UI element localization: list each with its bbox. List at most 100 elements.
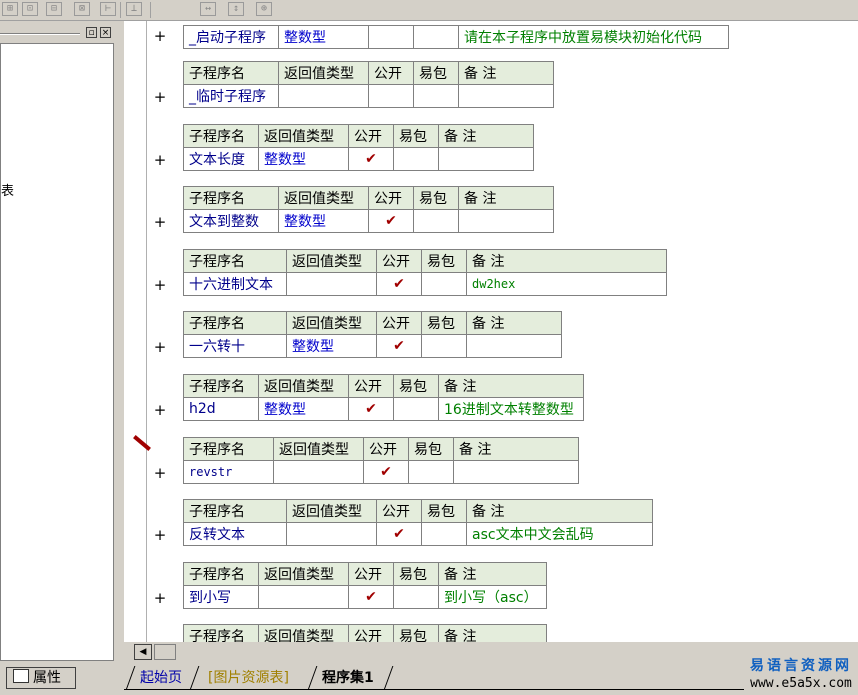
tab-program-set-1[interactable]: 程序集1 bbox=[310, 667, 386, 689]
easy-pack-cell[interactable] bbox=[408, 459, 454, 484]
subroutine-name-cell[interactable]: 到小写 bbox=[183, 584, 259, 609]
note-cell[interactable]: 到小写（asc） bbox=[438, 584, 547, 609]
note-cell[interactable] bbox=[466, 334, 562, 359]
easy-pack-cell[interactable] bbox=[393, 397, 439, 421]
public-cell[interactable]: ✔ bbox=[376, 271, 422, 296]
align-left-icon[interactable]: ⊞ bbox=[2, 2, 18, 16]
return-type-cell[interactable]: 整数型 bbox=[278, 209, 369, 234]
public-cell[interactable]: ✔ bbox=[368, 209, 414, 234]
subroutine-name-cell[interactable]: 十六进制文本 bbox=[183, 271, 287, 296]
note-cell[interactable] bbox=[438, 146, 534, 171]
subroutine-row[interactable]: 文本长度 整数型 ✔ bbox=[183, 146, 534, 171]
public-cell[interactable]: ✔ bbox=[376, 334, 422, 359]
subroutine-name-cell[interactable]: 一六转十 bbox=[183, 334, 287, 359]
code-editor[interactable]: _启动子程序 整数型 请在本子程序中放置易模块初始化代码 子程序名 返回值类型 公开 易包备… bbox=[124, 21, 858, 642]
subroutine-row[interactable]: revstr ✔ bbox=[183, 459, 579, 484]
note-cell[interactable] bbox=[453, 459, 579, 484]
distribute-v-icon[interactable]: ⊥ bbox=[126, 2, 142, 16]
return-type-cell[interactable] bbox=[278, 84, 369, 108]
note-cell[interactable] bbox=[458, 84, 554, 108]
tree-item-fragment[interactable]: 表 bbox=[1, 180, 14, 199]
public-cell[interactable]: ✔ bbox=[348, 397, 394, 421]
expand-plus-icon[interactable]: + bbox=[151, 276, 169, 294]
expand-plus-icon[interactable]: + bbox=[151, 338, 169, 356]
easy-pack-cell[interactable] bbox=[421, 334, 467, 359]
properties-icon bbox=[13, 669, 29, 683]
easy-pack-cell[interactable] bbox=[393, 146, 439, 171]
easy-pack-cell[interactable] bbox=[393, 584, 439, 609]
expand-plus-icon[interactable]: + bbox=[151, 464, 169, 482]
return-type-cell[interactable]: 整数型 bbox=[278, 25, 369, 49]
note-cell[interactable]: asc文本中文会乱码 bbox=[466, 522, 653, 547]
subroutine-row[interactable]: _临时子程序 bbox=[183, 84, 554, 108]
horizontal-scrollbar[interactable]: ◀ bbox=[130, 643, 858, 661]
column-header: 备 注 bbox=[458, 186, 554, 211]
distribute-h-icon[interactable]: ⊢ bbox=[100, 2, 116, 16]
panel-grip[interactable] bbox=[0, 33, 80, 35]
checkmark-icon: ✔ bbox=[393, 526, 405, 543]
return-type-cell[interactable] bbox=[286, 522, 377, 547]
align-top-icon[interactable]: ⊡ bbox=[22, 2, 38, 16]
project-tree[interactable]: 表 bbox=[0, 43, 114, 661]
expand-plus-icon[interactable]: + bbox=[151, 151, 169, 169]
expand-plus-icon[interactable]: + bbox=[151, 526, 169, 544]
return-type-cell[interactable]: 整数型 bbox=[258, 397, 349, 421]
subroutine-name-cell[interactable]: revstr bbox=[183, 459, 274, 484]
subroutine-row[interactable]: h2d 整数型 ✔ 16进制文本转整数型 bbox=[183, 397, 584, 421]
note-cell[interactable] bbox=[458, 209, 554, 234]
easy-pack-cell[interactable] bbox=[413, 84, 459, 108]
expand-plus-icon[interactable]: + bbox=[151, 88, 169, 106]
note-cell[interactable]: 请在本子程序中放置易模块初始化代码 bbox=[458, 25, 729, 49]
return-type-cell[interactable] bbox=[273, 459, 364, 484]
easy-pack-cell[interactable] bbox=[421, 271, 467, 296]
public-cell[interactable]: ✔ bbox=[348, 146, 394, 171]
subroutine-row[interactable]: 十六进制文本 ✔ dw2hex bbox=[183, 271, 667, 296]
return-type-cell[interactable] bbox=[258, 584, 349, 609]
subroutine-row[interactable]: _启动子程序 整数型 请在本子程序中放置易模块初始化代码 bbox=[183, 25, 729, 49]
expand-plus-icon[interactable]: + bbox=[151, 589, 169, 607]
public-cell[interactable]: ✔ bbox=[348, 584, 394, 609]
return-type-cell[interactable]: 整数型 bbox=[258, 146, 349, 171]
subroutine-row[interactable]: 一六转十 整数型 ✔ bbox=[183, 334, 562, 359]
easy-pack-cell[interactable] bbox=[421, 522, 467, 547]
subroutine-row[interactable]: 反转文本 ✔ asc文本中文会乱码 bbox=[183, 522, 653, 547]
column-header: 返回值类型 bbox=[273, 436, 364, 461]
subroutine-name-cell[interactable]: 反转文本 bbox=[183, 522, 287, 547]
tab-image-resources[interactable]: [图片资源表] bbox=[196, 667, 301, 689]
subroutine-name-cell[interactable]: _启动子程序 bbox=[183, 25, 279, 49]
easy-pack-cell[interactable] bbox=[413, 25, 459, 49]
panel-close-icon[interactable]: × bbox=[100, 27, 111, 38]
subroutine-row[interactable]: 到小写 ✔ 到小写（asc） bbox=[183, 584, 547, 609]
expand-plus-icon[interactable]: + bbox=[151, 213, 169, 231]
column-header: 子程序名 bbox=[183, 248, 287, 273]
column-header: 备 注 bbox=[466, 311, 562, 336]
tab-start-page[interactable]: 起始页 bbox=[128, 667, 194, 689]
easy-pack-cell[interactable] bbox=[413, 209, 459, 234]
subroutine-table: 子程序名 返回值类型 公开 易包备 注反转文本 ✔ asc文本中文会乱码 bbox=[183, 499, 653, 547]
subroutine-name-cell[interactable]: 文本长度 bbox=[183, 146, 259, 171]
public-cell[interactable] bbox=[368, 25, 414, 49]
subroutine-row[interactable]: 文本到整数 整数型 ✔ bbox=[183, 209, 554, 234]
expand-plus-icon[interactable]: + bbox=[151, 401, 169, 419]
properties-tab[interactable]: 属性 bbox=[6, 667, 76, 689]
return-type-cell[interactable]: 整数型 bbox=[286, 334, 377, 359]
note-cell[interactable]: 16进制文本转整数型 bbox=[438, 397, 584, 421]
align-center-icon[interactable]: ⊟ bbox=[46, 2, 62, 16]
return-type-cell[interactable] bbox=[286, 271, 377, 296]
note-cell[interactable]: dw2hex bbox=[466, 271, 667, 296]
same-size-icon[interactable]: ⊕ bbox=[256, 2, 272, 16]
expand-plus-icon[interactable]: + bbox=[151, 27, 169, 45]
column-header: 易包 bbox=[408, 436, 454, 461]
public-cell[interactable]: ✔ bbox=[363, 459, 409, 484]
subroutine-name-cell[interactable]: 文本到整数 bbox=[183, 209, 279, 234]
subroutine-name-cell[interactable]: _临时子程序 bbox=[183, 84, 279, 108]
scrollbar-thumb[interactable] bbox=[154, 644, 176, 660]
align-right-icon[interactable]: ⊠ bbox=[74, 2, 90, 16]
scroll-left-icon[interactable]: ◀ bbox=[134, 644, 152, 660]
public-cell[interactable]: ✔ bbox=[376, 522, 422, 547]
same-height-icon[interactable]: ↕ bbox=[228, 2, 244, 16]
panel-restore-icon[interactable]: ▫ bbox=[86, 27, 97, 38]
subroutine-name-cell[interactable]: h2d bbox=[183, 397, 259, 421]
public-cell[interactable] bbox=[368, 84, 414, 108]
same-width-icon[interactable]: ↔ bbox=[200, 2, 216, 16]
